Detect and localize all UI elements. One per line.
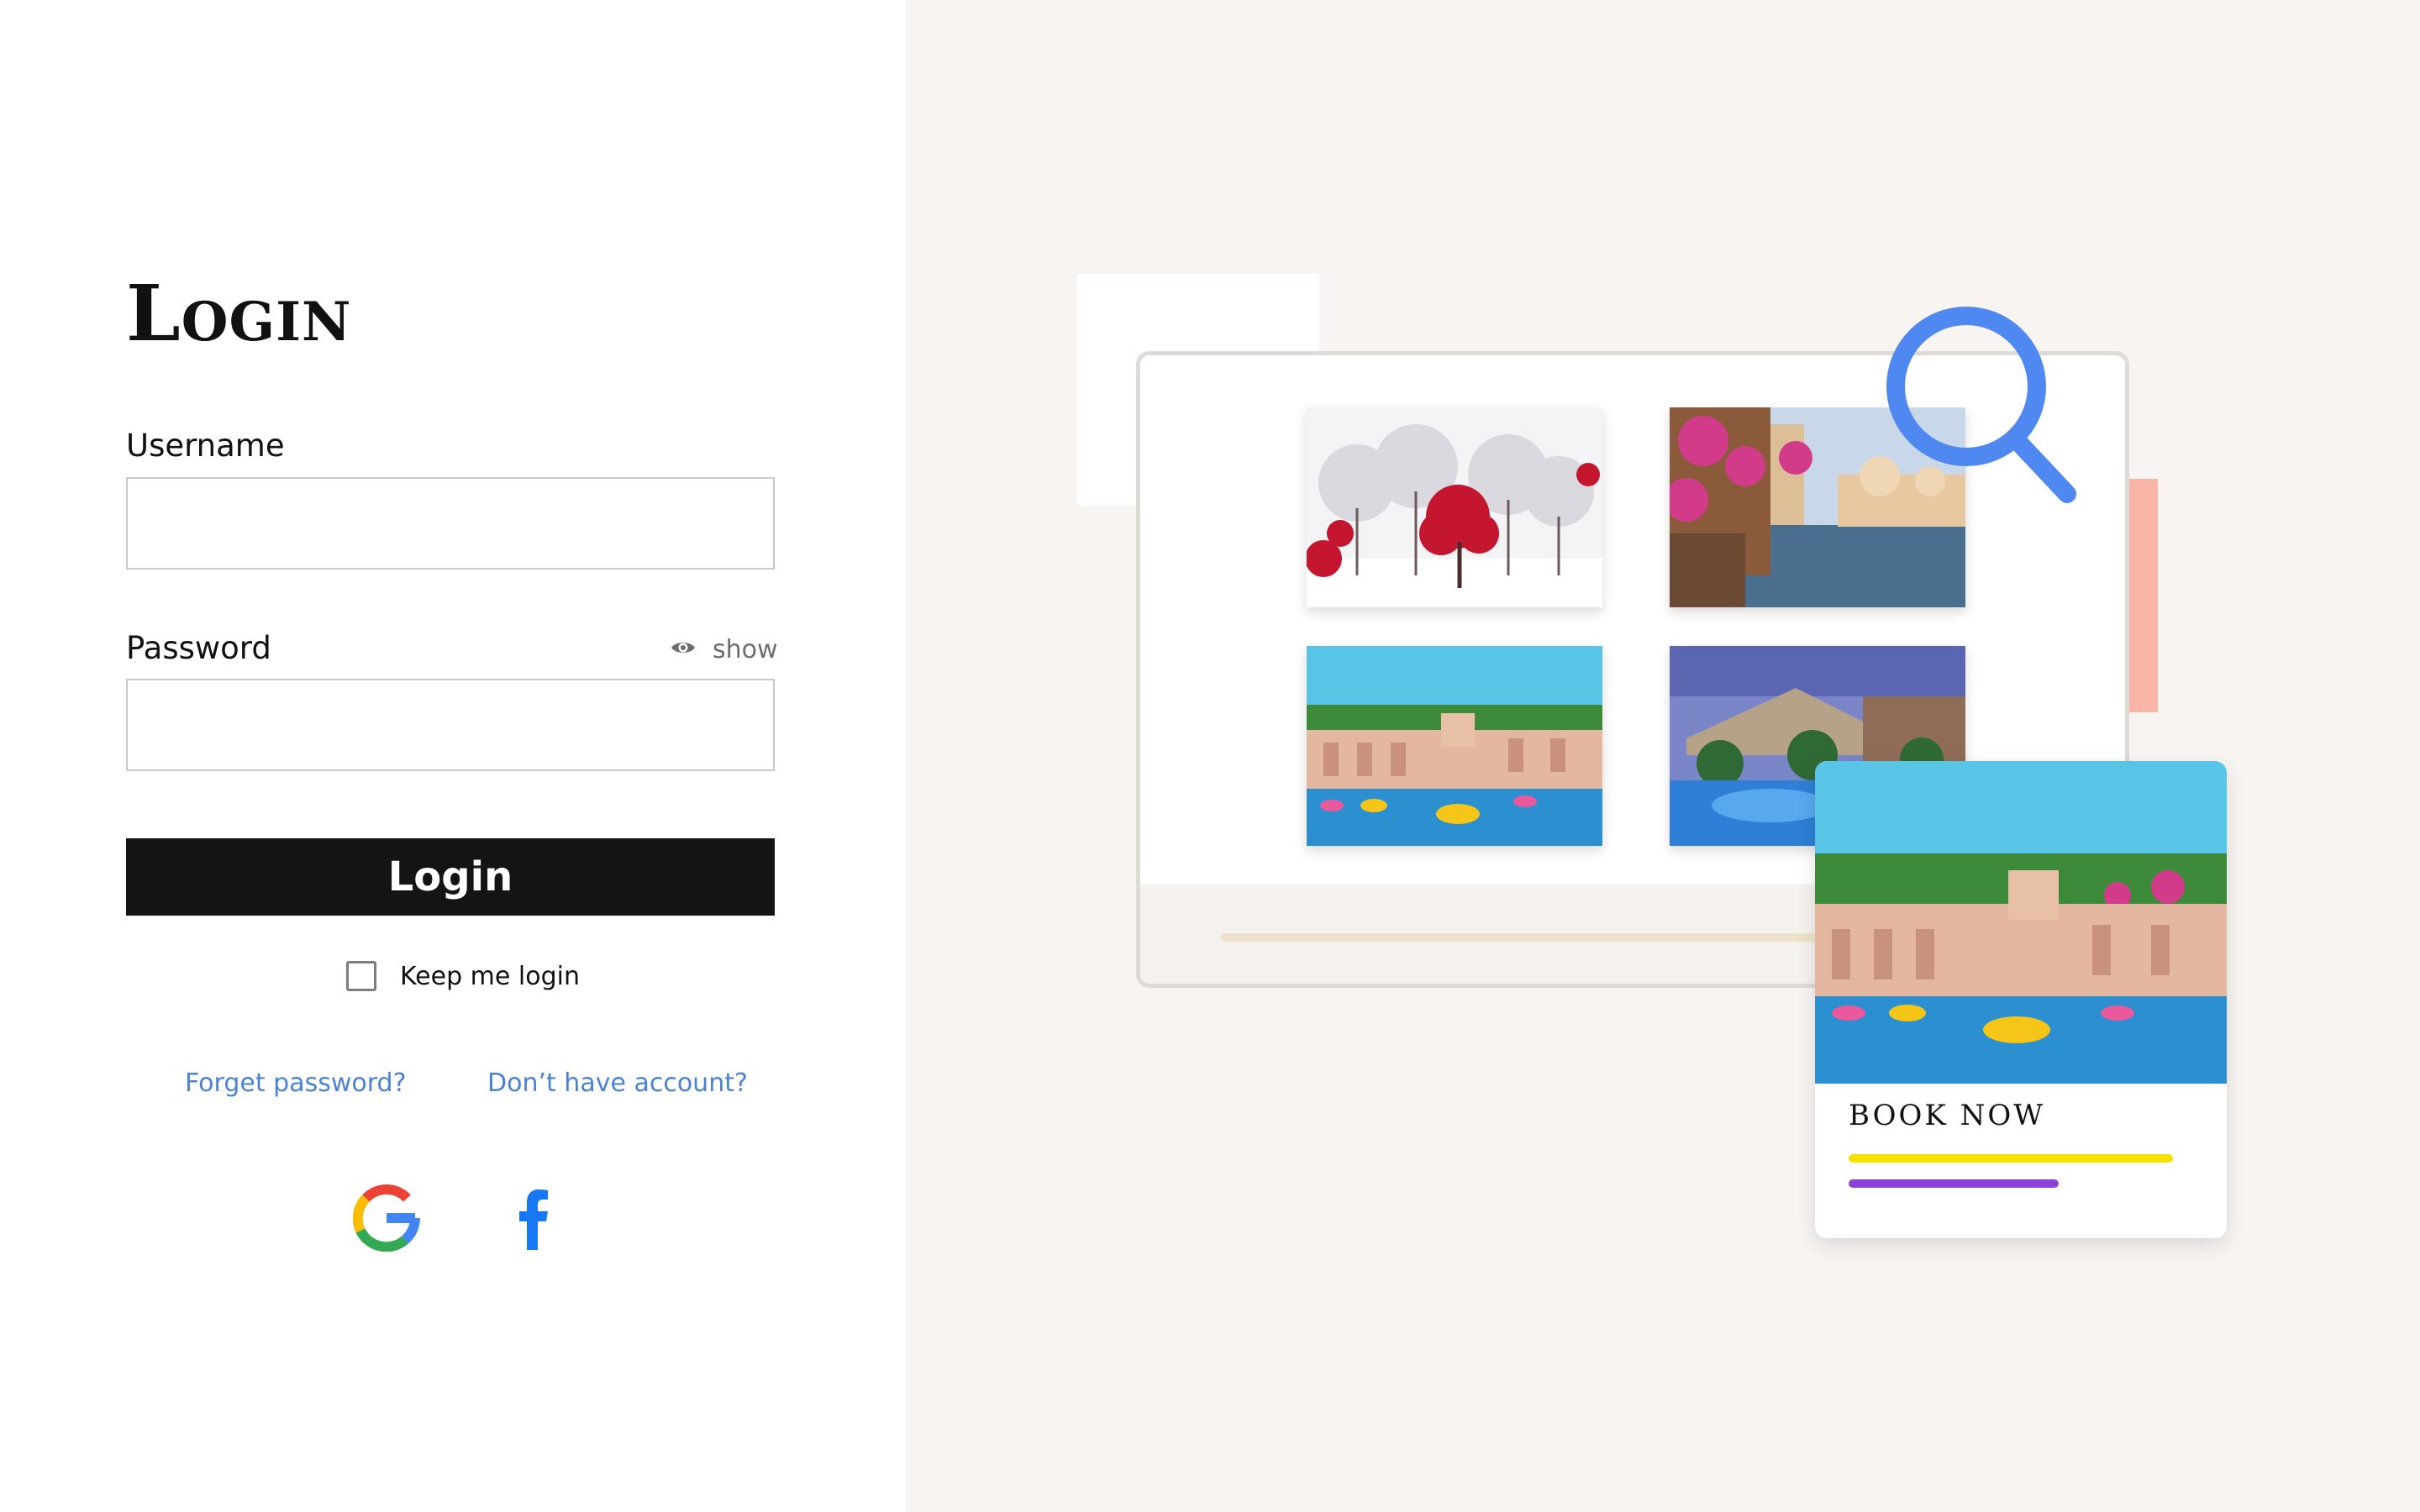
password-label: Password (126, 630, 271, 666)
snowy-trees-image (1307, 407, 1602, 607)
illustration-panel: BOOK NOW (906, 0, 2420, 1512)
username-label: Username (126, 428, 285, 464)
show-password-label: show (713, 634, 778, 664)
password-input[interactable] (126, 679, 775, 771)
book-card-accent-line (1849, 1154, 2173, 1163)
username-input[interactable] (126, 477, 775, 570)
browser-progress-line (1221, 933, 1826, 942)
facebook-icon (519, 1189, 548, 1250)
eye-icon (671, 639, 696, 660)
login-button[interactable]: Login (126, 838, 775, 916)
garden-pool-image (1307, 646, 1602, 846)
google-icon (352, 1184, 421, 1252)
search-icon (1886, 307, 2076, 503)
facebook-login-button[interactable] (501, 1184, 568, 1252)
book-now-title: BOOK NOW (1849, 1099, 2046, 1132)
book-card-accent-line (1849, 1179, 2059, 1188)
login-panel: Login Username Password show Login Keep … (0, 0, 906, 1512)
keep-login-checkbox[interactable] (346, 961, 376, 991)
keep-login-label: Keep me login (400, 961, 580, 991)
google-login-button[interactable] (352, 1184, 421, 1252)
show-password-toggle[interactable]: show (671, 632, 778, 667)
forget-password-link[interactable]: Forget password? (185, 1068, 407, 1098)
page-title: Login (126, 268, 352, 359)
book-card-image (1815, 761, 2227, 1084)
signup-link[interactable]: Don’t have account? (487, 1068, 748, 1098)
keep-login-option[interactable]: Keep me login (346, 961, 580, 991)
book-now-card[interactable]: BOOK NOW (1815, 761, 2227, 1238)
